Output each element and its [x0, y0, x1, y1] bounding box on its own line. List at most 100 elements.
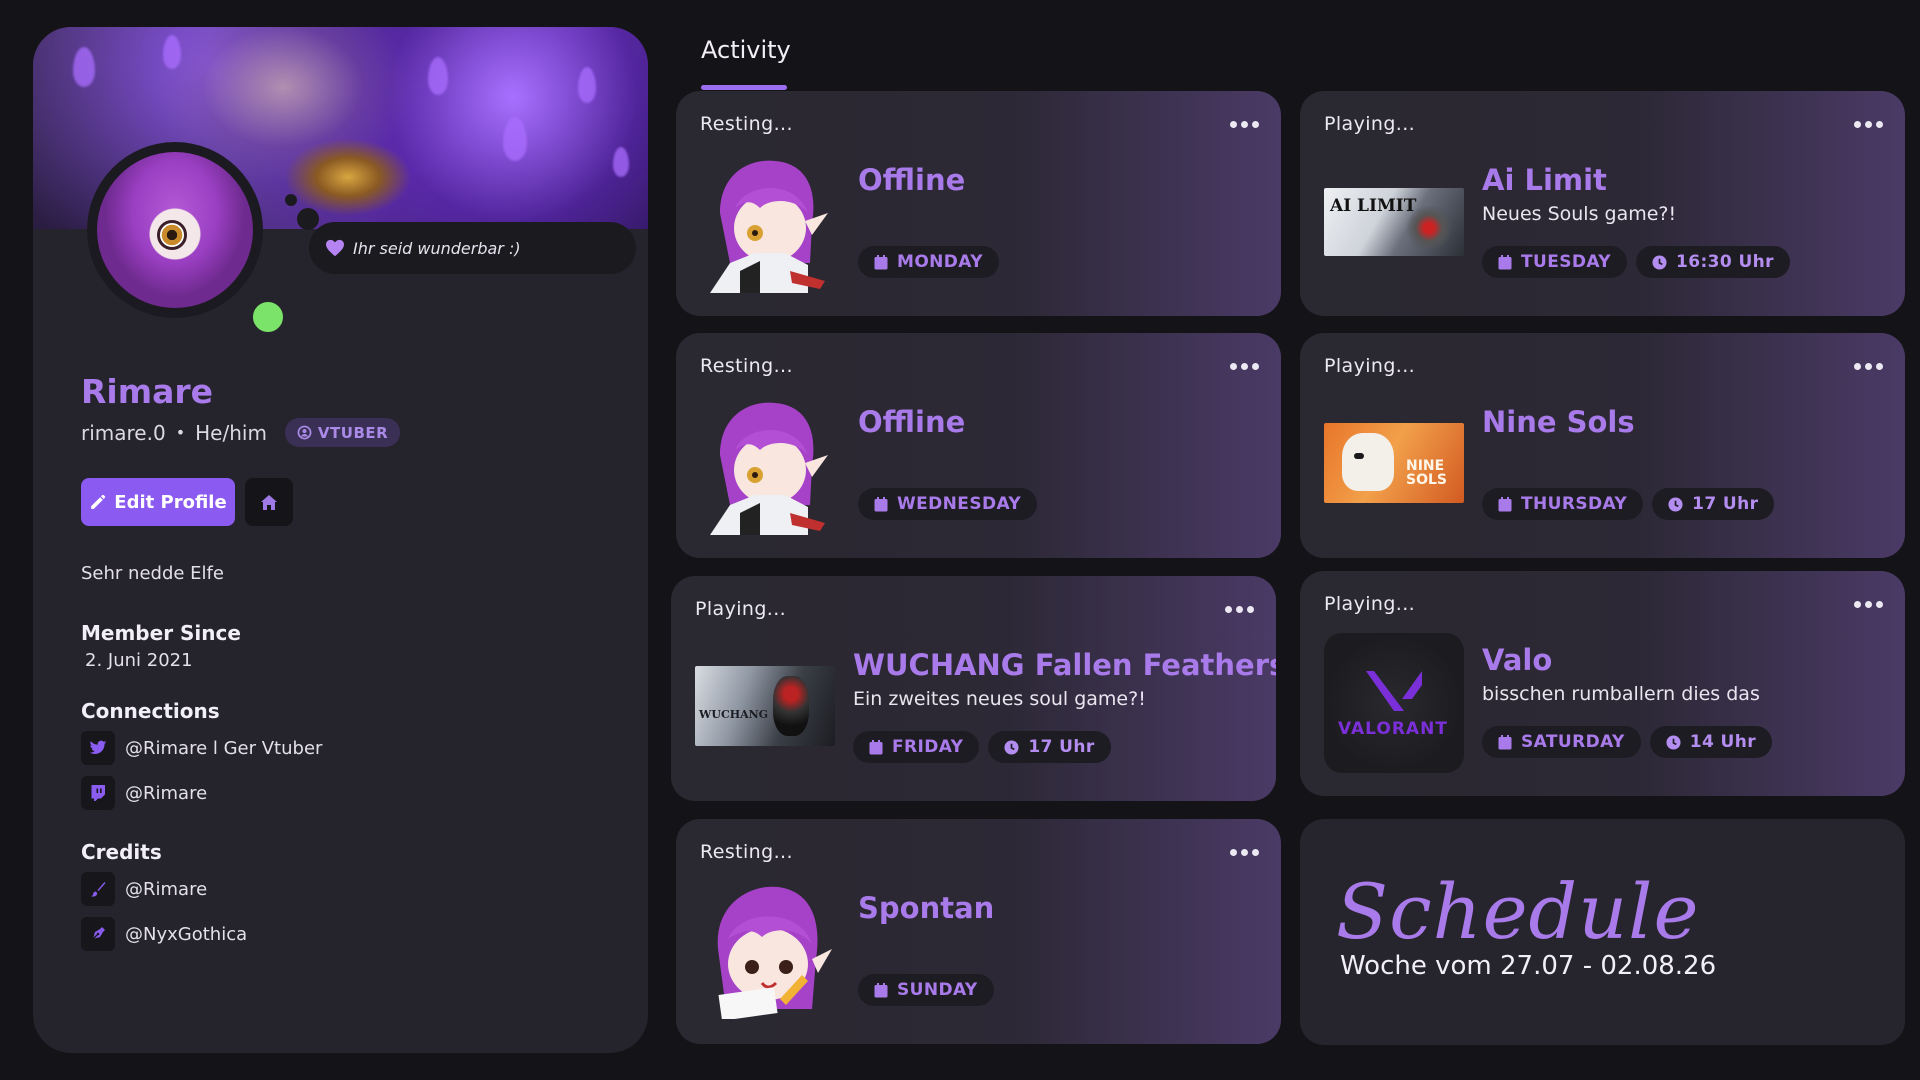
- day-chip: TUESDAY: [1482, 246, 1628, 278]
- user-circle-icon: [297, 425, 312, 440]
- day-chip-label: TUESDAY: [1521, 252, 1612, 272]
- more-options-icon[interactable]: [1230, 363, 1259, 370]
- time-chip-label: 17 Uhr: [1028, 737, 1095, 757]
- chibi-avatar-image: [710, 160, 828, 293]
- game-thumbnail-wuchang: WUCHANG: [695, 666, 835, 746]
- card-title: Valo: [1482, 643, 1553, 677]
- edit-profile-button[interactable]: Edit Profile: [81, 478, 235, 526]
- calendar-icon: [1498, 496, 1512, 511]
- connection-twitch[interactable]: @Rimare: [81, 776, 207, 810]
- day-chip: MONDAY: [858, 246, 999, 278]
- clock-icon: [1004, 739, 1019, 755]
- pronouns: He/him: [195, 420, 267, 445]
- schedule-title-card: Schedule Woche vom 27.07 - 02.08.26: [1300, 819, 1905, 1045]
- tab-activity[interactable]: Activity: [701, 36, 791, 64]
- twitch-icon: [81, 776, 115, 810]
- day-chip: THURSDAY: [1482, 488, 1644, 520]
- username: rimare.0: [81, 420, 166, 445]
- more-options-icon[interactable]: [1854, 121, 1883, 128]
- calendar-icon: [874, 254, 888, 269]
- clock-icon: [1666, 734, 1681, 750]
- schedule-card-tuesday: Playing... AI LIMIT Ai Limit Neues Souls…: [1300, 91, 1905, 316]
- day-chip-label: WEDNESDAY: [897, 494, 1022, 514]
- day-chip-label: MONDAY: [897, 252, 983, 272]
- card-subtitle: bisschen rumballern dies das: [1482, 683, 1760, 705]
- schedule-week-range: Woche vom 27.07 - 02.08.26: [1340, 951, 1717, 981]
- avatar[interactable]: [87, 142, 263, 318]
- day-chip-label: THURSDAY: [1521, 494, 1628, 514]
- card-title: Offline: [858, 405, 966, 439]
- schedule-title: Schedule: [1336, 867, 1700, 956]
- game-thumbnail-valorant: VALORANT: [1324, 633, 1464, 773]
- calendar-icon: [874, 982, 888, 997]
- time-chip: 17 Uhr: [1652, 488, 1775, 520]
- connection-twitter-label: @Rimare l Ger Vtuber: [125, 737, 323, 759]
- pencil-icon: [91, 494, 106, 509]
- time-chip-label: 14 Uhr: [1689, 732, 1757, 752]
- schedule-card-sunday: Resting... Spontan SUNDAY: [676, 819, 1281, 1044]
- credit-artist[interactable]: @Rimare: [81, 872, 207, 906]
- credit-designer[interactable]: @NyxGothica: [81, 917, 247, 951]
- member-since-date: 2. Juni 2021: [85, 650, 193, 671]
- vtuber-badge: VTUBER: [284, 418, 401, 447]
- calendar-icon: [869, 739, 883, 754]
- day-chip-label: SATURDAY: [1521, 732, 1625, 752]
- schedule-card-wednesday: Resting... Offline WEDNESDAY: [676, 333, 1281, 558]
- card-status: Resting...: [700, 355, 793, 377]
- card-status: Resting...: [700, 841, 793, 863]
- avatar-image: [97, 152, 253, 308]
- more-options-icon[interactable]: [1854, 363, 1883, 370]
- online-status-indicator: [246, 295, 290, 339]
- connections-title: Connections: [81, 699, 220, 723]
- display-name: Rimare: [81, 372, 214, 411]
- home-button[interactable]: [245, 478, 293, 526]
- calendar-icon: [874, 496, 888, 511]
- more-options-icon[interactable]: [1230, 849, 1259, 856]
- credits-title: Credits: [81, 840, 162, 864]
- schedule-card-monday: Resting... Offline MONDAY: [676, 91, 1281, 316]
- more-options-icon[interactable]: [1854, 601, 1883, 608]
- valorant-logo-icon: [1366, 671, 1422, 711]
- thumbnail-text: VALORANT: [1338, 719, 1448, 739]
- thumbnail-text: WUCHANG: [699, 708, 769, 721]
- member-since-title: Member Since: [81, 621, 241, 645]
- day-chip: FRIDAY: [853, 731, 980, 763]
- game-thumbnail-ai-limit: AI LIMIT: [1324, 188, 1464, 256]
- brush-icon: [81, 872, 115, 906]
- card-status: Playing...: [1324, 593, 1416, 615]
- time-chip-label: 17 Uhr: [1692, 494, 1759, 514]
- more-options-icon[interactable]: [1225, 606, 1254, 613]
- connection-twitter[interactable]: @Rimare l Ger Vtuber: [81, 731, 322, 765]
- clock-icon: [1652, 254, 1667, 270]
- day-chip: WEDNESDAY: [858, 488, 1038, 520]
- credit-designer-label: @NyxGothica: [125, 923, 248, 945]
- chibi-avatar-image: [717, 886, 832, 1019]
- profile-panel: Ihr seid wunderbar :) Rimare rimare.0 • …: [33, 27, 648, 1053]
- calendar-icon: [1498, 734, 1512, 749]
- card-title: Nine Sols: [1482, 405, 1635, 439]
- pen-icon: [81, 917, 115, 951]
- card-status: Playing...: [695, 598, 787, 620]
- card-status: Playing...: [1324, 113, 1416, 135]
- profile-bio: Sehr nedde Elfe: [81, 563, 224, 584]
- home-icon: [261, 494, 277, 510]
- card-title: Ai Limit: [1482, 163, 1607, 197]
- thumbnail-text: NINE SOLS: [1406, 458, 1447, 488]
- vtuber-badge-label: VTUBER: [317, 423, 389, 442]
- schedule-card-friday: Playing... WUCHANG WUCHANG Fallen Feathe…: [671, 576, 1276, 801]
- day-chip: SUNDAY: [858, 974, 994, 1006]
- card-title: Spontan: [858, 891, 995, 925]
- connection-twitch-label: @Rimare: [125, 782, 208, 804]
- card-status: Playing...: [1324, 355, 1416, 377]
- card-title: WUCHANG Fallen Feathers: [853, 648, 1276, 682]
- twitter-icon: [81, 731, 115, 765]
- card-status: Resting...: [700, 113, 793, 135]
- day-chip-label: FRIDAY: [892, 737, 964, 757]
- credit-artist-label: @Rimare: [125, 878, 208, 900]
- clock-icon: [1668, 496, 1683, 512]
- time-chip: 16:30 Uhr: [1636, 246, 1790, 278]
- chibi-avatar-image: [710, 402, 828, 535]
- schedule-card-thursday: Playing... NINE SOLS Nine Sols THURSDAY …: [1300, 333, 1905, 558]
- profile-meta: rimare.0 • He/him VTUBER: [81, 418, 401, 447]
- more-options-icon[interactable]: [1230, 121, 1259, 128]
